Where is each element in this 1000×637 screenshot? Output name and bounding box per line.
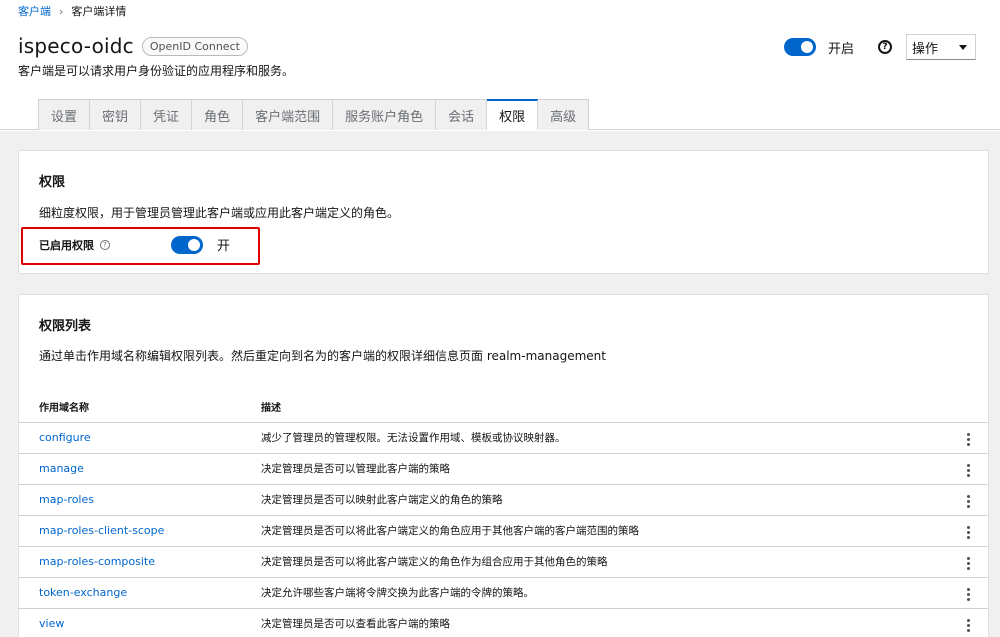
tab-credentials[interactable]: 凭证 [141,99,193,130]
main-content: 权限 细粒度权限，用于管理员管理此客户端或应用此客户端定义的角色。 已启用权限 … [0,131,1000,637]
scope-description: 决定管理员是否可以管理此客户端的策略 [241,453,928,485]
row-actions [928,577,988,609]
scope-description: 决定管理员是否可以查看此客户端的策略 [241,608,928,637]
scope-link[interactable]: map-roles-composite [19,546,241,578]
permissions-description: 细粒度权限，用于管理员管理此客户端或应用此客户端定义的角色。 [39,206,400,220]
row-actions [928,608,988,637]
permission-list-card: 权限列表 通过单击作用域名称编辑权限列表。然后重定向到名为的客户端的权限详细信息… [18,294,989,637]
scope-link[interactable]: manage [19,453,241,485]
page-title: ispeco-oidc [18,34,134,58]
scope-link[interactable]: view [19,608,241,637]
tab-permissions[interactable]: 权限 [487,99,539,130]
permissions-title: 权限 [39,175,66,190]
row-actions [928,546,988,578]
table-row: manage 决定管理员是否可以管理此客户端的策略 [19,453,988,485]
scope-description: 决定管理员是否可以将此客户端定义的角色作为组合应用于其他角色的策略 [241,546,928,578]
table-row: token-exchange 决定允许哪些客户端将令牌交换为此客户端的令牌的策略… [19,577,988,609]
permission-list-title: 权限列表 [39,319,92,334]
tab-keys[interactable]: 密钥 [90,99,142,130]
scope-description: 决定管理员是否可以将此客户端定义的角色应用于其他客户端的客户端范围的策略 [241,515,928,547]
page-subtitle: 客户端是可以请求用户身份验证的应用程序和服务。 [18,64,295,78]
table-row: map-roles-composite 决定管理员是否可以将此客户端定义的角色作… [19,546,988,578]
tab-sessions[interactable]: 会话 [436,99,488,130]
title-row: ispeco-oidc OpenID Connect [18,34,248,58]
protocol-badge: OpenID Connect [141,36,248,56]
kebab-menu-icon[interactable] [963,555,974,572]
scope-description: 减少了管理员的管理权限。无法设置作用域、模板或协议映射器。 [241,422,928,454]
row-actions [928,422,988,454]
tab-settings[interactable]: 设置 [38,99,91,130]
table-row: view 决定管理员是否可以查看此客户端的策略 [19,608,988,637]
kebab-menu-icon[interactable] [963,462,974,479]
column-scope-name: 作用域名称 [19,391,241,423]
page-header: 客户端 › 客户端详情 ispeco-oidc OpenID Connect 客… [0,0,1000,130]
kebab-menu-icon[interactable] [963,617,974,634]
permissions-card: 权限 细粒度权限，用于管理员管理此客户端或应用此客户端定义的角色。 已启用权限 … [18,150,989,274]
scope-description: 决定允许哪些客户端将令牌交换为此客户端的令牌的策略。 [241,577,928,609]
tab-client-scopes[interactable]: 客户端范围 [243,99,334,130]
breadcrumb-current: 客户端详情 [71,5,127,18]
actions-dropdown[interactable]: 操作 [906,34,976,60]
column-actions [928,391,988,423]
kebab-menu-icon[interactable] [963,431,974,448]
row-actions [928,453,988,485]
table-row: map-roles-client-scope 决定管理员是否可以将此客户端定义的… [19,515,988,547]
kebab-menu-icon[interactable] [963,493,974,510]
column-description: 描述 [241,391,928,423]
toggle-knob [188,239,200,251]
permission-table: 作用域名称 描述 configure 减少了管理员的管理权限。无法设置作用域、模… [19,391,988,637]
tab-service-account-roles[interactable]: 服务账户角色 [333,99,437,130]
table-header-row: 作用域名称 描述 [19,391,988,423]
tab-bar: 设置 密钥 凭证 角色 客户端范围 服务账户角色 会话 权限 高级 [38,99,590,130]
chevron-right-icon: › [59,4,64,18]
scope-link[interactable]: token-exchange [19,577,241,609]
toggle-knob [800,41,813,53]
client-enabled-toggle[interactable] [783,38,816,56]
scope-description: 决定管理员是否可以映射此客户端定义的角色的策略 [241,484,928,516]
scope-link[interactable]: map-roles-client-scope [19,515,241,547]
actions-label: 操作 [912,41,939,57]
header-controls: 开启 ? 操作 [783,34,976,60]
table-row: map-roles 决定管理员是否可以映射此客户端定义的角色的策略 [19,484,988,516]
breadcrumb: 客户端 › 客户端详情 [18,3,126,19]
permissions-enabled-state: 开 [217,239,231,254]
tab-advanced[interactable]: 高级 [538,99,590,130]
help-icon[interactable]: ? [878,40,892,54]
kebab-menu-icon[interactable] [963,586,974,603]
row-actions [928,484,988,516]
permissions-enabled-text: 已启用权限 [39,239,94,252]
scope-link[interactable]: map-roles [19,484,241,516]
kebab-menu-icon[interactable] [963,524,974,541]
row-actions [928,515,988,547]
breadcrumb-clients-link[interactable]: 客户端 [18,3,51,19]
permissions-enabled-label: 已启用权限 ? [39,237,110,253]
permission-list-description: 通过单击作用域名称编辑权限列表。然后重定向到名为的客户端的权限详细信息页面 re… [39,349,606,363]
table-row: configure 减少了管理员的管理权限。无法设置作用域、模板或协议映射器。 [19,422,988,454]
tab-roles[interactable]: 角色 [192,99,244,130]
client-enabled-label: 开启 [827,41,854,57]
permissions-enabled-toggle[interactable] [171,236,203,254]
caret-down-icon [959,44,967,50]
scope-link[interactable]: configure [19,422,241,454]
help-icon[interactable]: ? [100,240,110,250]
